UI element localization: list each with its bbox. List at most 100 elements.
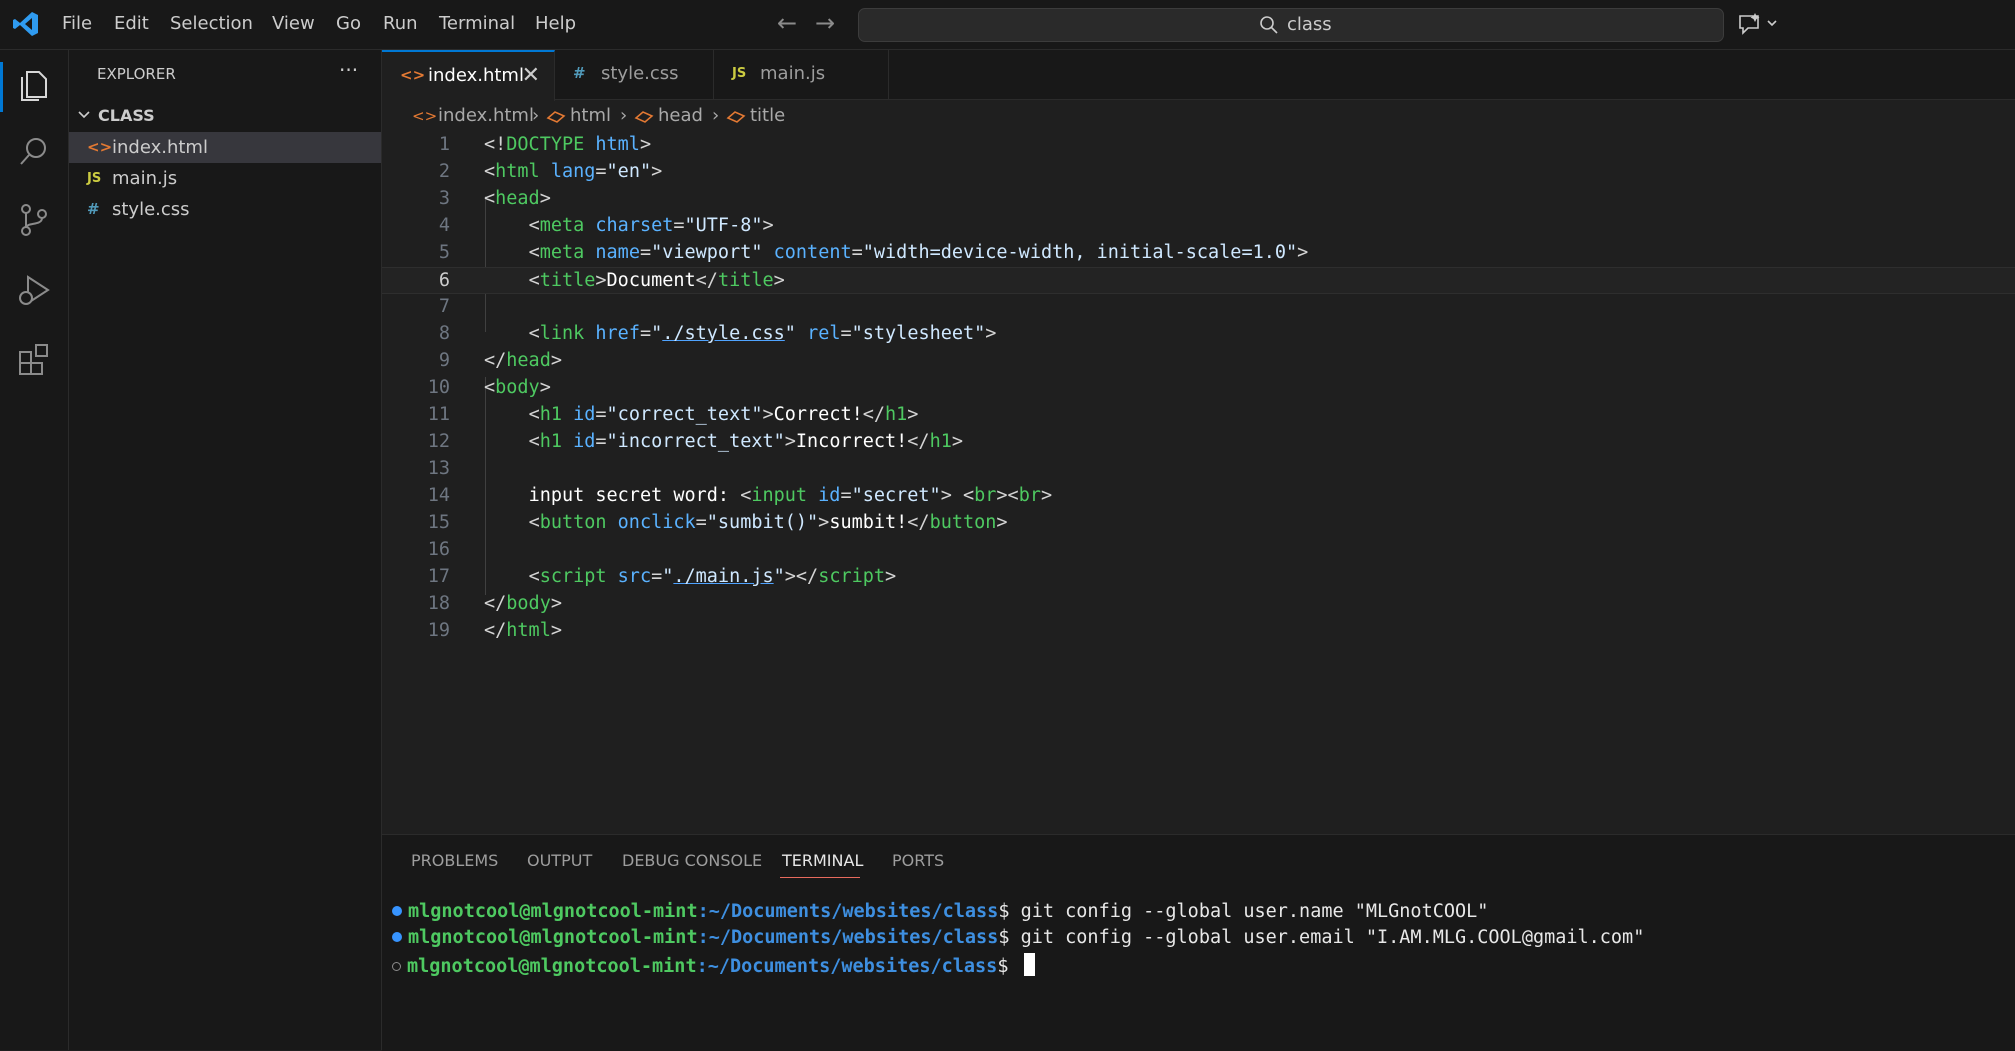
code-text: <title>Document</title> xyxy=(528,270,785,291)
code-line: 14 input secret word: <input id="secret"… xyxy=(382,483,2015,510)
search-text: class xyxy=(1287,14,1332,35)
code-line: 5 <meta name="viewport" content="width=d… xyxy=(382,240,2015,267)
line-number: 12 xyxy=(427,431,450,452)
code-line: 12 <h1 id="incorrect_text">Incorrect!</h… xyxy=(382,429,2015,456)
bottom-panel: PROBLEMS OUTPUT DEBUG CONSOLE TERMINAL P… xyxy=(382,834,2015,1051)
activity-bar xyxy=(0,50,69,1050)
tab-output[interactable]: OUTPUT xyxy=(527,851,592,870)
terminal-path: :~/Documents/websites/class xyxy=(696,956,998,977)
code-text: <script src="./main.js"></script> xyxy=(528,566,897,587)
tab-style-css[interactable]: # style.css xyxy=(555,50,714,99)
more-actions-icon[interactable]: ··· xyxy=(339,58,358,82)
explorer-title: EXPLORER xyxy=(97,65,176,83)
folder-name: CLASS xyxy=(98,106,155,125)
forward-arrow-icon[interactable]: → xyxy=(815,9,835,37)
html-file-icon: <> xyxy=(87,138,113,156)
code-line: 15 <button onclick="sumbit()">sumbit!</b… xyxy=(382,510,2015,537)
code-line: 3 <head> xyxy=(382,186,2015,213)
code-line: 7 xyxy=(382,294,2015,321)
code-line: 11 <h1 id="correct_text">Correct!</h1> xyxy=(382,402,2015,429)
terminal-command: git config --global user.email "I.AM.MLG… xyxy=(1020,927,1645,948)
chat-dropdown-icon[interactable] xyxy=(1736,10,1784,38)
menu-selection[interactable]: Selection xyxy=(170,13,253,34)
chevron-right-icon: › xyxy=(532,105,540,126)
run-debug-icon[interactable] xyxy=(16,272,52,308)
tab-terminal[interactable]: TERMINAL xyxy=(782,851,863,870)
code-text: <h1 id="correct_text">Correct!</h1> xyxy=(528,404,919,425)
terminal-user: mlgnotcool@mlgnotcool-mint xyxy=(408,901,698,922)
code-text: <html lang="en"> xyxy=(484,161,663,182)
explorer-files-icon[interactable] xyxy=(16,68,52,104)
terminal-prompt: $ xyxy=(998,901,1021,922)
editor-area: <> index.html ✕ # style.css JS main.js <… xyxy=(382,50,2015,834)
menu-go[interactable]: Go xyxy=(336,13,361,34)
tab-index-html[interactable]: <> index.html ✕ xyxy=(382,50,555,101)
code-line: 4 <meta charset="UTF-8"> xyxy=(382,213,2015,240)
breadcrumb-item[interactable]: html xyxy=(570,105,611,126)
active-indicator xyxy=(0,62,3,112)
element-icon xyxy=(726,111,746,123)
line-number: 14 xyxy=(427,485,450,506)
menu-terminal[interactable]: Terminal xyxy=(439,13,515,34)
active-tab-underline xyxy=(780,877,860,878)
line-number: 8 xyxy=(438,323,450,344)
menu-help[interactable]: Help xyxy=(535,13,576,34)
terminal-command: git config --global user.name "MLGnotCOO… xyxy=(1020,901,1489,922)
code-text: </head> xyxy=(484,350,562,371)
breadcrumb-item[interactable]: title xyxy=(750,105,785,126)
chevron-down-icon xyxy=(78,111,90,119)
code-text: <meta name="viewport" content="width=dev… xyxy=(528,242,1309,263)
command-center-search[interactable]: class xyxy=(858,8,1724,42)
tab-label: main.js xyxy=(760,63,826,84)
line-number: 17 xyxy=(427,566,450,587)
tab-main-js[interactable]: JS main.js xyxy=(714,50,889,99)
back-arrow-icon[interactable]: ← xyxy=(777,9,797,37)
file-item-main-js[interactable]: JS main.js xyxy=(69,163,381,194)
html-file-icon: <> xyxy=(400,66,426,84)
source-control-icon[interactable] xyxy=(16,202,52,238)
line-number: 18 xyxy=(427,593,450,614)
code-line: 16 xyxy=(382,537,2015,564)
code-text: <head> xyxy=(484,188,551,209)
code-text: <button onclick="sumbit()">sumbit!</butt… xyxy=(528,512,1008,533)
terminal-path: :~/Documents/websites/class xyxy=(697,901,999,922)
folder-row[interactable]: CLASS xyxy=(69,102,381,130)
menu-edit[interactable]: Edit xyxy=(114,13,149,34)
menu-view[interactable]: View xyxy=(272,13,315,34)
line-number: 19 xyxy=(427,620,450,641)
tab-ports[interactable]: PORTS xyxy=(892,851,944,870)
tab-debug-console[interactable]: DEBUG CONSOLE xyxy=(622,851,762,870)
tab-problems[interactable]: PROBLEMS xyxy=(411,851,498,870)
chevron-right-icon: › xyxy=(620,105,628,126)
code-text: input secret word: <input id="secret"> <… xyxy=(528,485,1053,506)
terminal-line[interactable]: mlgnotcool@mlgnotcool-mint:~/Documents/w… xyxy=(392,953,1035,977)
line-number: 11 xyxy=(427,404,450,425)
breadcrumb-item[interactable]: index.html xyxy=(438,105,534,126)
vscode-logo-icon xyxy=(13,12,38,36)
extensions-icon[interactable] xyxy=(16,342,52,378)
command-success-icon xyxy=(392,906,402,916)
code-line: 10 <body> xyxy=(382,375,2015,402)
command-success-icon xyxy=(392,932,402,942)
file-label: index.html xyxy=(112,137,208,158)
line-number: 15 xyxy=(427,512,450,533)
file-item-index-html[interactable]: <> index.html xyxy=(69,132,381,163)
menu-file[interactable]: File xyxy=(62,13,92,34)
tab-label: index.html xyxy=(428,65,524,86)
close-icon[interactable]: ✕ xyxy=(522,63,540,88)
line-number: 13 xyxy=(427,458,450,479)
breadcrumb-item[interactable]: head xyxy=(658,105,703,126)
search-icon[interactable] xyxy=(16,134,52,170)
title-bar: File Edit Selection View Go Run Terminal… xyxy=(0,0,2015,50)
command-pending-icon xyxy=(392,962,401,971)
line-number: 4 xyxy=(438,215,450,236)
line-number: 9 xyxy=(438,350,450,371)
code-text: <!DOCTYPE html> xyxy=(484,134,652,155)
file-item-style-css[interactable]: # style.css xyxy=(69,194,381,225)
line-number: 16 xyxy=(427,539,450,560)
menu-run[interactable]: Run xyxy=(383,13,418,34)
terminal-user: mlgnotcool@mlgnotcool-mint xyxy=(407,956,697,977)
code-text: <h1 id="incorrect_text">Incorrect!</h1> xyxy=(528,431,963,452)
code-line: 13 xyxy=(382,456,2015,483)
line-number: 10 xyxy=(427,377,450,398)
